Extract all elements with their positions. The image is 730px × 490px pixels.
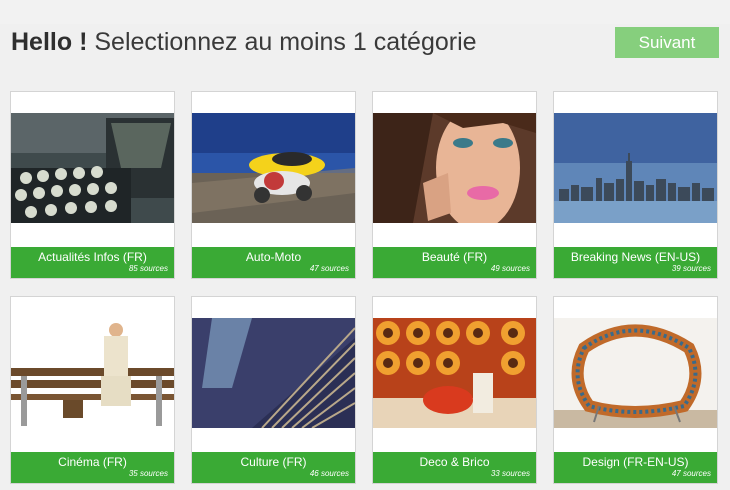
category-card-deco-brico[interactable]: Deco & Brico 33 sources xyxy=(372,296,537,484)
next-button[interactable]: Suivant xyxy=(615,27,719,58)
bookshelf-chair-image xyxy=(554,318,717,428)
top-bar xyxy=(0,0,730,24)
category-card-beaute[interactable]: Beauté (FR) 49 sources xyxy=(372,91,537,279)
man-on-bench-image xyxy=(11,318,174,428)
category-card-design[interactable]: Design (FR-EN-US) 47 sources xyxy=(553,296,718,484)
category-bar: Beauté (FR) 49 sources xyxy=(373,247,536,278)
category-name: Deco & Brico xyxy=(419,455,490,469)
page-title: Hello ! Selectionnez au moins 1 catégori… xyxy=(11,28,477,57)
retro-interior-image xyxy=(373,318,536,428)
title-text: Selectionnez au moins 1 catégorie xyxy=(94,28,477,56)
category-bar: Deco & Brico 33 sources xyxy=(373,452,536,483)
category-bar: Design (FR-EN-US) 47 sources xyxy=(554,452,717,483)
woman-face-image xyxy=(373,113,536,223)
category-name: Culture (FR) xyxy=(240,455,307,469)
category-sources: 47 sources xyxy=(309,264,349,273)
typewriter-image xyxy=(11,113,174,223)
category-card-breaking-news[interactable]: Breaking News (EN-US) 39 sources xyxy=(553,91,718,279)
city-skyline-image xyxy=(554,113,717,223)
category-name: Beauté (FR) xyxy=(421,250,488,264)
category-bar: Cinéma (FR) 35 sources xyxy=(11,452,174,483)
header: Hello ! Selectionnez au moins 1 catégori… xyxy=(0,24,730,70)
category-name: Breaking News (EN-US) xyxy=(570,250,701,264)
category-card-actualites[interactable]: Actualités Infos (FR) 85 sources xyxy=(10,91,175,279)
category-name: Auto-Moto xyxy=(245,250,302,264)
category-sources: 49 sources xyxy=(490,264,530,273)
car-and-motorcycle-image xyxy=(192,113,355,223)
architecture-image xyxy=(192,318,355,428)
category-sources: 46 sources xyxy=(309,469,349,478)
category-card-auto-moto[interactable]: Auto-Moto 47 sources xyxy=(191,91,356,279)
category-bar: Actualités Infos (FR) 85 sources xyxy=(11,247,174,278)
category-sources: 39 sources xyxy=(671,264,711,273)
category-name: Cinéma (FR) xyxy=(58,455,127,469)
category-name: Design (FR-EN-US) xyxy=(582,455,689,469)
category-bar: Breaking News (EN-US) 39 sources xyxy=(554,247,717,278)
category-sources: 35 sources xyxy=(128,469,168,478)
greeting: Hello ! xyxy=(11,28,88,56)
category-bar: Culture (FR) 46 sources xyxy=(192,452,355,483)
category-sources: 33 sources xyxy=(490,469,530,478)
category-sources: 47 sources xyxy=(671,469,711,478)
category-sources: 85 sources xyxy=(128,264,168,273)
category-card-culture[interactable]: Culture (FR) 46 sources xyxy=(191,296,356,484)
category-bar: Auto-Moto 47 sources xyxy=(192,247,355,278)
category-name: Actualités Infos (FR) xyxy=(38,250,147,264)
category-card-cinema[interactable]: Cinéma (FR) 35 sources xyxy=(10,296,175,484)
